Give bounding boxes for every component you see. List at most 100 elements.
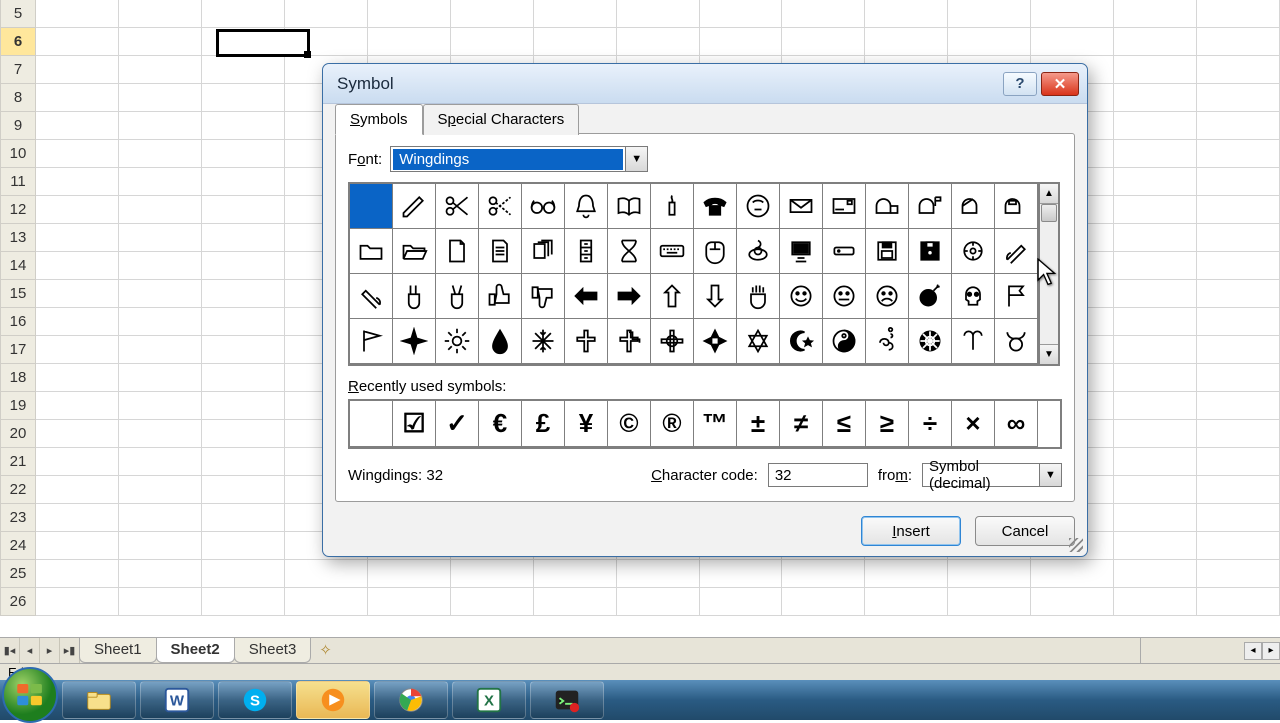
row-header[interactable]: 10	[0, 140, 36, 168]
scroll-track[interactable]	[1040, 204, 1058, 344]
symbol-mailbox-open[interactable]	[952, 184, 995, 229]
symbol-folder[interactable]	[350, 229, 393, 274]
scroll-down-button[interactable]: ▼	[1040, 344, 1058, 364]
taskbar-word[interactable]: W	[140, 681, 214, 719]
symbol-snowflake[interactable]	[522, 319, 565, 364]
sheet-tab-sheet2[interactable]: Sheet2	[156, 638, 235, 663]
insert-button[interactable]: Insert	[861, 516, 961, 546]
symbol-envelope[interactable]	[780, 184, 823, 229]
close-button[interactable]: ✕	[1041, 72, 1079, 96]
symbol-document-stack[interactable]	[522, 229, 565, 274]
tab-special-characters[interactable]: Special Characters	[423, 104, 580, 135]
symbol-blank[interactable]	[350, 184, 393, 229]
row-header[interactable]: 22	[0, 476, 36, 504]
symbol-victory-hand[interactable]	[393, 274, 436, 319]
row-header[interactable]: 21	[0, 448, 36, 476]
scroll-up-button[interactable]: ▲	[1040, 184, 1058, 204]
row-header[interactable]: 14	[0, 252, 36, 280]
symbol-cross-celtic[interactable]	[651, 319, 694, 364]
tab-nav-first[interactable]: ▮◂	[0, 638, 20, 663]
symbol-hand-stop[interactable]	[737, 274, 780, 319]
taskbar-skype[interactable]: S	[218, 681, 292, 719]
symbol-point-down[interactable]	[694, 274, 737, 319]
symbol-mailbox-flag[interactable]	[909, 184, 952, 229]
row-header[interactable]: 5	[0, 0, 36, 28]
taskbar-excel[interactable]: X	[452, 681, 526, 719]
tab-nav-prev[interactable]: ◂	[20, 638, 40, 663]
symbol-glasses[interactable]	[522, 184, 565, 229]
symbol-om[interactable]	[866, 319, 909, 364]
row-header[interactable]: 13	[0, 224, 36, 252]
active-cell[interactable]	[216, 29, 310, 57]
recent-symbol-euro[interactable]: €	[479, 401, 522, 447]
row-header[interactable]: 9	[0, 112, 36, 140]
symbol-trackball[interactable]	[737, 229, 780, 274]
horizontal-scrollbar[interactable]: ◂ ▸	[1140, 638, 1280, 663]
tab-nav-next[interactable]: ▸	[40, 638, 60, 663]
tab-nav-last[interactable]: ▸▮	[60, 638, 80, 663]
symbol-grid-scrollbar[interactable]: ▲ ▼	[1040, 182, 1060, 366]
row-header[interactable]: 26	[0, 588, 36, 616]
symbol-keyboard[interactable]	[651, 229, 694, 274]
symbol-write-hand[interactable]	[995, 229, 1038, 274]
symbol-wheel-dharma[interactable]	[909, 319, 952, 364]
symbol-neutral-face[interactable]	[823, 274, 866, 319]
scroll-thumb[interactable]	[1041, 204, 1057, 222]
tab-symbols[interactable]: Symbols	[335, 104, 423, 135]
from-combobox[interactable]: Symbol (decimal) ▼	[922, 463, 1062, 487]
font-combobox[interactable]: Wingdings ▼	[390, 146, 648, 172]
symbol-mouse[interactable]	[694, 229, 737, 274]
row-header[interactable]: 17	[0, 336, 36, 364]
symbol-thumbs-down[interactable]	[522, 274, 565, 319]
recent-symbol-pound[interactable]: £	[522, 401, 565, 447]
help-button[interactable]: ?	[1003, 72, 1037, 96]
symbol-file-cabinet[interactable]	[565, 229, 608, 274]
resize-grip[interactable]	[1069, 538, 1083, 552]
symbol-book-open[interactable]	[608, 184, 651, 229]
recent-symbol-registered[interactable]: ®	[651, 401, 694, 447]
symbol-document-lines[interactable]	[479, 229, 522, 274]
symbol-thumbs-up[interactable]	[479, 274, 522, 319]
symbol-frown-face[interactable]	[866, 274, 909, 319]
symbol-mailbox-full[interactable]	[995, 184, 1038, 229]
taskbar-explorer[interactable]	[62, 681, 136, 719]
row-header[interactable]: 12	[0, 196, 36, 224]
symbol-star-david[interactable]	[737, 319, 780, 364]
row-header[interactable]: 18	[0, 364, 36, 392]
recent-symbol-greater-equal[interactable]: ≥	[866, 401, 909, 447]
symbol-bell[interactable]	[565, 184, 608, 229]
recent-symbol-yen[interactable]: ¥	[565, 401, 608, 447]
symbol-computer[interactable]	[780, 229, 823, 274]
symbol-pennant[interactable]	[350, 319, 393, 364]
symbol-hard-disk[interactable]	[823, 229, 866, 274]
symbol-point-up[interactable]	[651, 274, 694, 319]
symbol-point-right[interactable]	[608, 274, 651, 319]
symbol-hourglass[interactable]	[608, 229, 651, 274]
taskbar-media-player[interactable]	[296, 681, 370, 719]
symbol-mailbox-closed[interactable]	[866, 184, 909, 229]
taskbar-chrome[interactable]	[374, 681, 448, 719]
row-header[interactable]: 15	[0, 280, 36, 308]
character-code-input[interactable]	[768, 463, 868, 487]
symbol-aries[interactable]	[952, 319, 995, 364]
symbol-floppy-525[interactable]	[909, 229, 952, 274]
titlebar[interactable]: Symbol ? ✕	[323, 64, 1087, 104]
symbol-folder-open[interactable]	[393, 229, 436, 274]
symbol-cross-latin[interactable]	[565, 319, 608, 364]
recent-symbol-checkmark[interactable]: ✓	[436, 401, 479, 447]
recent-symbol-division[interactable]: ÷	[909, 401, 952, 447]
symbol-pencil[interactable]	[393, 184, 436, 229]
symbol-droplet[interactable]	[479, 319, 522, 364]
symbol-scissors-cut[interactable]	[479, 184, 522, 229]
recent-symbol-not-equal[interactable]: ≠	[780, 401, 823, 447]
row-header[interactable]: 7	[0, 56, 36, 84]
recent-symbol-infinity[interactable]: ∞	[995, 401, 1038, 447]
new-sheet-icon[interactable]: ✧	[311, 638, 340, 663]
symbol-candle[interactable]	[651, 184, 694, 229]
symbol-airplane[interactable]	[393, 319, 436, 364]
symbol-write-hand-left[interactable]	[350, 274, 393, 319]
row-header[interactable]: 19	[0, 392, 36, 420]
symbol-flag[interactable]	[995, 274, 1038, 319]
symbol-crescent-star[interactable]	[780, 319, 823, 364]
symbol-sunburst[interactable]	[436, 319, 479, 364]
